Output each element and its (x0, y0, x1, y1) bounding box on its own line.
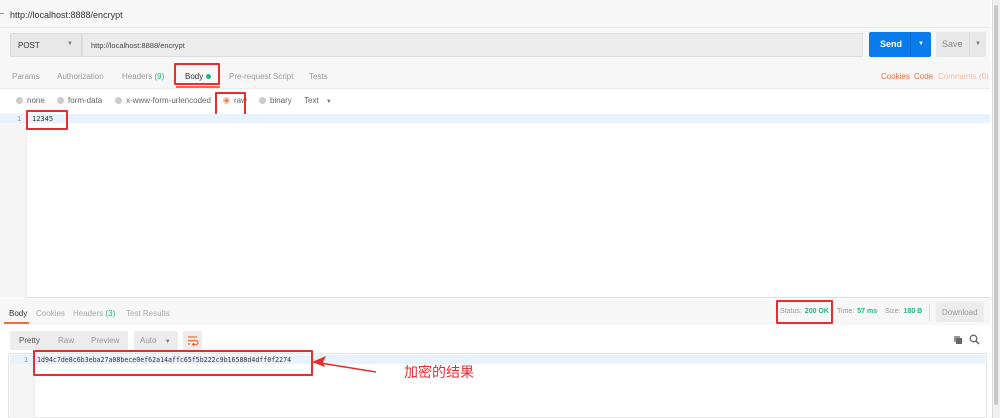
method-select[interactable]: POST ▼ (10, 33, 82, 57)
time-label: Time: (837, 308, 855, 315)
radio-none[interactable]: none (16, 96, 45, 105)
request-body-editor[interactable] (0, 113, 990, 298)
radio-icon (259, 97, 266, 104)
headers-count: (9) (154, 72, 165, 81)
tab-authorization[interactable]: Authorization (57, 72, 104, 81)
chevron-down-icon: ▼ (325, 99, 332, 105)
response-tab-cookies[interactable]: Cookies (36, 309, 65, 318)
size-value: 180 B (903, 308, 923, 315)
time-value: 57 ms (857, 308, 878, 315)
view-raw-button[interactable]: Raw (58, 336, 74, 345)
format-label: Text (304, 96, 319, 105)
format-select[interactable]: Text ▼ (304, 96, 332, 105)
tab-label: Headers (73, 309, 104, 318)
radio-icon (16, 97, 23, 104)
copy-icon[interactable] (953, 335, 963, 345)
save-button[interactable]: Save ▼ (936, 32, 986, 57)
send-label: Send (880, 39, 903, 49)
comments-link[interactable]: Comments (0) (938, 72, 989, 81)
annotation-label: 加密的结果 (404, 365, 474, 381)
tab-tests[interactable]: Tests (309, 72, 328, 81)
tab-headers-label: Headers (122, 72, 153, 81)
url-input[interactable]: http://localhost:8888/encrypt (82, 33, 863, 57)
radio-form-data[interactable]: form-data (57, 96, 102, 105)
radio-icon (115, 97, 122, 104)
auto-format-select[interactable]: Auto ▼ (134, 331, 178, 350)
response-tab-test-results[interactable]: Test Results (126, 309, 170, 318)
radio-urlencoded[interactable]: x-www-form-urlencoded (115, 96, 211, 105)
chevron-down-icon: ▼ (164, 339, 171, 345)
time-readout: Time: 57 ms (837, 308, 877, 315)
radio-label: binary (270, 96, 292, 105)
editor-gutter (0, 113, 27, 298)
search-icon[interactable] (969, 334, 980, 345)
highlight-box-status (776, 300, 833, 324)
tab-params[interactable]: Params (12, 72, 40, 81)
highlight-box-result (33, 350, 313, 376)
cookies-link[interactable]: Cookies (881, 72, 910, 81)
send-button[interactable]: Send ▼ (869, 32, 931, 57)
radio-icon (57, 97, 64, 104)
method-label: POST (18, 41, 40, 50)
radio-binary[interactable]: binary (259, 96, 292, 105)
size-label: Size: (885, 308, 901, 315)
code-link[interactable]: Code (914, 72, 933, 81)
line-number: 1 (24, 356, 29, 364)
view-pretty-button[interactable]: Pretty (19, 336, 40, 345)
headers-count: (3) (105, 309, 116, 318)
download-button[interactable]: Download (936, 302, 984, 322)
highlight-box-input (26, 110, 68, 130)
chevron-down-icon: ▼ (67, 41, 73, 47)
radio-label: x-www-form-urlencoded (126, 96, 211, 105)
tab-headers[interactable]: Headers (9) (122, 72, 164, 81)
response-tab-headers[interactable]: Headers (3) (73, 309, 115, 318)
wrap-icon (188, 336, 199, 347)
edge-marker (0, 13, 4, 14)
view-preview-button[interactable]: Preview (91, 336, 119, 345)
scrollbar-thumb[interactable] (994, 5, 998, 405)
radio-label: form-data (68, 96, 103, 105)
highlight-box-body (174, 63, 220, 85)
active-tab-underline (4, 322, 29, 324)
save-label: Save (942, 39, 963, 49)
line-number: 1 (17, 115, 22, 123)
auto-label: Auto (140, 336, 157, 345)
wrap-lines-button[interactable] (183, 331, 202, 350)
active-tab-underline (176, 86, 220, 88)
radio-label: none (27, 96, 45, 105)
divider (929, 304, 930, 321)
response-tab-body[interactable]: Body (9, 309, 27, 318)
size-readout: Size: 180 B (885, 308, 922, 315)
tab-prerequest-script[interactable]: Pre-request Script (229, 72, 293, 81)
send-dropdown-icon[interactable]: ▼ (910, 32, 924, 57)
save-dropdown-icon[interactable]: ▼ (969, 32, 986, 57)
window-title: http://localhost:8888/encrypt (0, 0, 990, 28)
active-line (0, 114, 990, 123)
annotation-arrow-icon (312, 356, 377, 373)
